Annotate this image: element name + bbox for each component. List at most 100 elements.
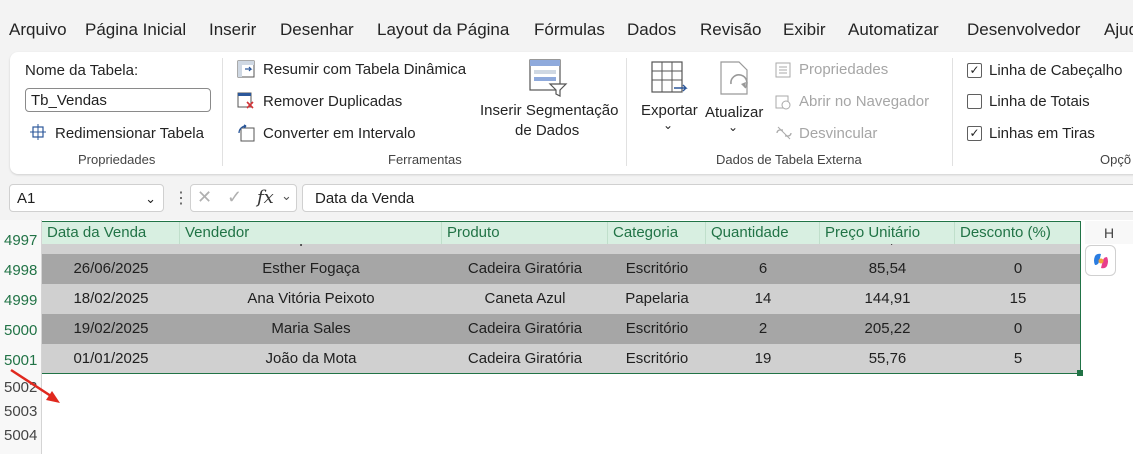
- header-preco-unitario[interactable]: Preço Unitário: [820, 221, 955, 244]
- menu-arquivo[interactable]: Arquivo: [9, 20, 67, 40]
- row-number[interactable]: 4997: [0, 234, 42, 248]
- copilot-button[interactable]: [1085, 245, 1116, 276]
- table-cell[interactable]: 2: [706, 314, 820, 344]
- menu-formulas[interactable]: Fórmulas: [534, 20, 605, 40]
- fx-chevron-icon[interactable]: ⌄: [281, 188, 292, 204]
- row-number[interactable]: 5004: [0, 427, 42, 444]
- menu-layout-da-pagina[interactable]: Layout da Página: [377, 20, 509, 40]
- table-cell[interactable]: 18/02/2025: [42, 284, 180, 314]
- table-row[interactable]: 18/02/2025 Ana Vitória Peixoto Caneta Az…: [42, 284, 1081, 314]
- table-cell[interactable]: Cadeira Giratória: [442, 314, 608, 344]
- menu-pagina-inicial[interactable]: Página Inicial: [85, 20, 186, 40]
- table-cell[interactable]: Papelaria: [608, 284, 706, 314]
- table-cell[interactable]: Escritório: [608, 254, 706, 284]
- table-cell[interactable]: 26/06/2025: [42, 254, 180, 284]
- table-cell[interactable]: Maria Sales: [180, 314, 442, 344]
- table-cell[interactable]: 0: [955, 254, 1081, 284]
- table-cell[interactable]: 15: [955, 284, 1081, 314]
- name-box-chevron-icon[interactable]: ⌄: [145, 185, 156, 212]
- banded-rows-checkbox[interactable]: ✓: [967, 126, 982, 141]
- menu-dados[interactable]: Dados: [627, 20, 676, 40]
- table-row[interactable]: 19/02/2025 Maria Sales Cadeira Giratória…: [42, 314, 1081, 344]
- header-desconto[interactable]: Desconto (%): [955, 221, 1081, 244]
- table-cell[interactable]: Informática: [608, 244, 706, 254]
- more-options-icon[interactable]: ⋮: [173, 188, 189, 208]
- unlink-button[interactable]: Desvincular: [799, 125, 877, 142]
- menu-automatizar[interactable]: Automatizar: [848, 20, 939, 40]
- resize-table-icon: [30, 124, 46, 140]
- table-cell[interactable]: 55,76: [820, 344, 955, 374]
- table-cell[interactable]: 0: [955, 314, 1081, 344]
- table-cell[interactable]: 5: [955, 344, 1081, 374]
- table-row[interactable]: 26/06/2025 Esther Fogaça Cadeira Giratór…: [42, 254, 1081, 284]
- header-data-da-venda[interactable]: Data da Venda: [42, 221, 180, 244]
- table-cell[interactable]: Cadeira Giratória: [442, 344, 608, 374]
- menu-revisao[interactable]: Revisão: [700, 20, 761, 40]
- table-cell[interactable]: 144,91: [820, 284, 955, 314]
- formula-input[interactable]: Data da Venda: [302, 184, 1133, 212]
- name-box[interactable]: A1 ⌄: [9, 184, 164, 212]
- total-row-label: Linha de Totais: [989, 93, 1090, 110]
- menu-desenhar[interactable]: Desenhar: [280, 20, 354, 40]
- table-cell[interactable]: Maria Sophia Oliveira: [180, 244, 442, 254]
- row-number[interactable]: 4999: [0, 292, 42, 309]
- table-resize-handle[interactable]: [1077, 370, 1083, 376]
- table-name-input[interactable]: Tb_Vendas: [25, 88, 211, 112]
- table-cell[interactable]: 11: [706, 244, 820, 254]
- table-cell[interactable]: 0: [955, 244, 1081, 254]
- table-cell[interactable]: 205,22: [820, 314, 955, 344]
- table-cell[interactable]: 27/01/2025: [42, 244, 180, 254]
- menu-inserir[interactable]: Inserir: [209, 20, 256, 40]
- refresh-button[interactable]: Atualizar: [705, 104, 763, 121]
- total-row-checkbox[interactable]: [967, 94, 982, 109]
- browser-icon: [775, 94, 791, 110]
- resize-table-button[interactable]: Redimensionar Tabela: [55, 125, 204, 142]
- refresh-chevron-icon[interactable]: ⌄: [728, 120, 738, 134]
- group-label-properties: Propriedades: [78, 152, 156, 167]
- cancel-icon[interactable]: ✕: [197, 187, 212, 208]
- table-cell[interactable]: Ana Vitória Peixoto: [180, 284, 442, 314]
- header-vendedor[interactable]: Vendedor: [180, 221, 442, 244]
- table-cell[interactable]: Cadeira Giratória: [442, 254, 608, 284]
- table-cell[interactable]: Escritório: [608, 314, 706, 344]
- header-row-checkbox[interactable]: ✓: [967, 63, 982, 78]
- insert-slicer-button[interactable]: Inserir Segmentação: [480, 102, 618, 119]
- header-produto[interactable]: Produto: [442, 221, 608, 244]
- table-cell[interactable]: João da Mota: [180, 344, 442, 374]
- open-browser-button[interactable]: Abrir no Navegador: [799, 93, 929, 110]
- insert-slicer-button-line2[interactable]: de Dados: [515, 122, 579, 139]
- summarize-pivot-button[interactable]: Resumir com Tabela Dinâmica: [263, 61, 466, 78]
- menu-ajuda[interactable]: Ajuda: [1104, 20, 1133, 40]
- remove-duplicates-button[interactable]: Remover Duplicadas: [263, 93, 402, 110]
- menu-desenvolvedor[interactable]: Desenvolvedor: [967, 20, 1080, 40]
- header-row-label: Linha de Cabeçalho: [989, 62, 1123, 79]
- banded-rows-label: Linhas em Tiras: [989, 125, 1095, 142]
- properties-button[interactable]: Propriedades: [799, 61, 888, 78]
- table-cell[interactable]: 220,12: [820, 244, 955, 254]
- table-cell[interactable]: 19/02/2025: [42, 314, 180, 344]
- table-cell[interactable]: Mouse USB: [442, 244, 608, 254]
- convert-range-button[interactable]: Converter em Intervalo: [263, 125, 416, 142]
- table-cell[interactable]: Esther Fogaça: [180, 254, 442, 284]
- table-cell[interactable]: 6: [706, 254, 820, 284]
- table-row[interactable]: 01/01/2025 João da Mota Cadeira Giratóri…: [42, 344, 1081, 374]
- header-categoria[interactable]: Categoria: [608, 221, 706, 244]
- table-cell[interactable]: 19: [706, 344, 820, 374]
- row-number[interactable]: 5000: [0, 322, 42, 339]
- copilot-icon: [1092, 252, 1110, 270]
- column-header-h[interactable]: H: [1085, 221, 1133, 244]
- header-quantidade[interactable]: Quantidade: [706, 221, 820, 244]
- insert-function-icon[interactable]: fx: [257, 187, 274, 208]
- row-number[interactable]: 4998: [0, 262, 42, 279]
- menu-exibir[interactable]: Exibir: [783, 20, 826, 40]
- enter-icon[interactable]: ✓: [227, 187, 242, 208]
- export-button[interactable]: Exportar: [641, 102, 698, 119]
- table-cell[interactable]: 14: [706, 284, 820, 314]
- table-cell[interactable]: Escritório: [608, 344, 706, 374]
- group-label-external: Dados de Tabela Externa: [716, 152, 862, 167]
- table-cell[interactable]: 85,54: [820, 254, 955, 284]
- export-chevron-icon[interactable]: ⌄: [663, 118, 673, 132]
- remove-duplicates-icon: [237, 92, 255, 110]
- table-cell[interactable]: Caneta Azul: [442, 284, 608, 314]
- table-row-partial[interactable]: 27/01/2025 Maria Sophia Oliveira Mouse U…: [42, 244, 1081, 254]
